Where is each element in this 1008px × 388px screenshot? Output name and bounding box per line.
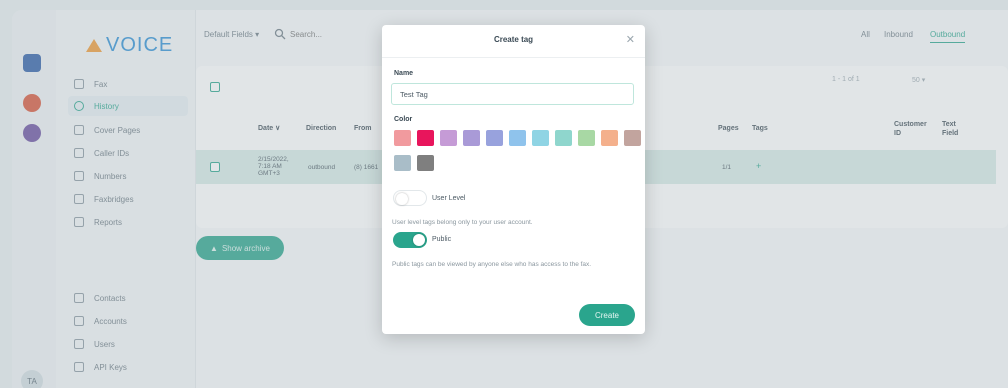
color-swatch[interactable] bbox=[440, 130, 457, 146]
public-toggle[interactable] bbox=[393, 232, 427, 248]
tag-name-input[interactable] bbox=[391, 83, 634, 105]
name-label: Name bbox=[394, 70, 414, 77]
color-swatch[interactable] bbox=[417, 130, 434, 146]
color-swatch[interactable] bbox=[624, 130, 641, 146]
toggle-knob bbox=[396, 193, 408, 205]
color-swatch[interactable] bbox=[463, 130, 480, 146]
color-swatch[interactable] bbox=[532, 130, 549, 146]
dialog-title: Create tag bbox=[493, 35, 534, 44]
public-label: Public bbox=[432, 236, 452, 243]
color-label: Color bbox=[394, 116, 413, 123]
user-level-label: User Level bbox=[432, 195, 466, 202]
color-swatch[interactable] bbox=[555, 130, 572, 146]
public-help: Public tags can be viewed by anyone else… bbox=[392, 261, 592, 268]
color-swatch[interactable] bbox=[394, 155, 411, 171]
color-swatch[interactable] bbox=[509, 130, 526, 146]
create-button[interactable]: Create bbox=[579, 304, 635, 326]
user-level-help: User level tags belong only to your user… bbox=[392, 219, 533, 226]
color-swatch[interactable] bbox=[601, 130, 618, 146]
create-tag-dialog: Create tag ✕ Name Color User Level User … bbox=[382, 25, 645, 334]
user-level-toggle[interactable] bbox=[393, 190, 427, 206]
divider bbox=[382, 57, 645, 58]
color-swatch[interactable] bbox=[486, 130, 503, 146]
color-swatch[interactable] bbox=[394, 130, 411, 146]
toggle-knob bbox=[413, 234, 425, 246]
color-swatch[interactable] bbox=[417, 155, 434, 171]
close-icon[interactable]: ✕ bbox=[626, 33, 635, 46]
color-swatch[interactable] bbox=[578, 130, 595, 146]
